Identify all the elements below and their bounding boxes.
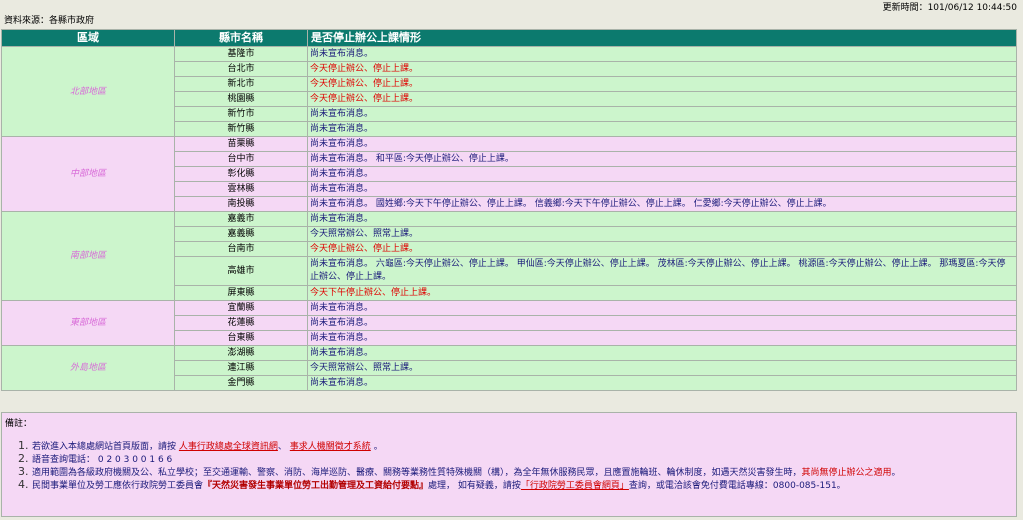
county-name: 南投縣 [174,196,308,212]
region-name: 南部地區 [1,211,175,301]
closure-status: 今天照常辦公、照常上課。 [307,226,1017,242]
county-name: 新竹縣 [174,121,308,137]
labor-council-link[interactable]: 「行政院勞工委員會網頁」 [521,481,629,491]
table-row: 外島地區 澎湖縣 尚未宣布消息。 [1,345,1017,391]
county-name: 屏東縣 [174,285,308,301]
county-name: 雲林縣 [174,181,308,197]
closure-status: 尚未宣布消息。 [307,300,1017,316]
closure-status: 尚未宣布消息。 [307,121,1017,137]
closure-status: 尚未宣布消息。 [307,166,1017,182]
closure-status: 今天照常辦公、照常上課。 [307,360,1017,376]
closure-status: 今天停止辦公、停止上課。 [307,61,1017,77]
closure-status: 尚未宣布消息。 [307,181,1017,197]
update-time: 更新時間：101/06/12 10:44:50 [882,3,1017,13]
note-text: 民間事業單位及勞工應依行政院勞工委員會 [32,481,204,491]
notes-title: 備註： [5,419,33,429]
note-text: 若欲進入本總處網站首頁版面，請按 [32,442,177,452]
county-name: 高雄市 [174,256,308,286]
closure-status: 今天停止辦公、停止上課。 [307,241,1017,257]
county-name: 嘉義縣 [174,226,308,242]
note-phone: 語音查詢電話： 0 2 0 3 0 0 1 6 6 [32,455,173,465]
county-name: 台南市 [174,241,308,257]
county-name: 台中市 [174,151,308,167]
closure-status: 今天下午停止辦公、停止上課。 [307,285,1017,301]
column-header-county: 縣市名稱 [174,29,308,47]
closure-status: 尚未宣布消息。 [307,46,1017,62]
county-name: 桃園縣 [174,91,308,107]
county-name: 台東縣 [174,330,308,346]
county-name: 苗栗縣 [174,136,308,152]
region-name: 外島地區 [1,345,175,391]
closure-status: 尚未宣布消息。 [307,211,1017,227]
closure-status: 尚未宣布消息。 和平區:今天停止辦公、停止上課。 [307,151,1017,167]
data-source: 資料來源：各縣市政府 [4,16,95,26]
column-header-status: 是否停止辦公上課情形 [307,29,1017,47]
county-name: 基隆市 [174,46,308,62]
closure-status: 尚未宣布消息。 國姓鄉:今天下午停止辦公、停止上課。 信義鄉:今天下午停止辦公、… [307,196,1017,212]
note-regulation: 『天然災害發生事業單位勞工出勤管理及工資給付要點』 [203,481,429,491]
county-name: 澎湖縣 [174,345,308,361]
county-name: 宜蘭縣 [174,300,308,316]
closure-status: 尚未宣布消息。 [307,330,1017,346]
closure-status: 尚未宣布消息。 [307,315,1017,331]
column-header-region: 區域 [1,29,175,47]
note-text: 。 [373,442,383,452]
note-item: 若欲進入本總處網站首頁版面，請按 人事行政總處全球資訊網、 事求人機關徵才系統 … [32,439,1012,452]
table-row: 中部地區 苗栗縣 尚未宣布消息。 [1,136,1017,212]
notes-list: 若欲進入本總處網站首頁版面，請按 人事行政總處全球資訊網、 事求人機關徵才系統 … [14,439,1012,491]
table-body: 北部地區 基隆市 尚未宣布消息。 台北市 今天停止辦公、停止上課。 新北市 今天停止辦公、停… [1,46,1017,391]
closure-status: 尚未宣布消息。 [307,345,1017,361]
county-name: 連江縣 [174,360,308,376]
closure-status: 今天停止辦公、停止上課。 [307,91,1017,107]
county-name: 金門縣 [174,375,308,391]
hr-portal-link[interactable]: 人事行政總處全球資訊網 [179,442,278,452]
region-name: 中部地區 [1,136,175,212]
recruitment-system-link[interactable]: 事求人機關徵才系統 [290,442,371,452]
closure-status: 尚未宣布消息。 [307,136,1017,152]
note-text: 。 [891,468,901,478]
closure-status: 尚未宣布消息。 六龜區:今天停止辦公、停止上課。 甲仙區:今天停止辦公、停止上課… [307,256,1017,286]
closure-status: 尚未宣布消息。 [307,106,1017,122]
county-name: 新北市 [174,76,308,92]
table-row: 南部地區 嘉義市 尚未宣布消息。 [1,211,1017,301]
county-name: 彰化縣 [174,166,308,182]
note-text: 查詢，或電洽該會免付費電話專線：0800-085-151。 [628,481,846,491]
note-separator: 、 [277,442,287,452]
note-emphasis: 其尚無停止辦公之適用 [801,468,892,478]
county-name: 台北市 [174,61,308,77]
note-text: 處理， 如有疑義，請按 [428,481,521,491]
table-row: 東部地區 宜蘭縣 尚未宣布消息。 [1,300,1017,346]
closure-status: 尚未宣布消息。 [307,375,1017,391]
county-name: 新竹市 [174,106,308,122]
note-text: 適用範圍為各級政府機關及公、私立學校；至交通運輸、警察、消防、海岸巡防、醫療、關… [32,468,802,478]
closure-table: 區域 縣市名稱 是否停止辦公上課情形 北部地區 基隆市 尚未宣布消息。 台北市 今天停止… [1,29,1017,391]
note-item: 適用範圍為各級政府機關及公、私立學校；至交通運輸、警察、消防、海岸巡防、醫療、關… [32,465,1012,478]
table-row: 北部地區 基隆市 尚未宣布消息。 [1,46,1017,137]
region-name: 東部地區 [1,300,175,346]
county-name: 花蓮縣 [174,315,308,331]
notes-box: 備註： 若欲進入本總處網站首頁版面，請按 人事行政總處全球資訊網、 事求人機關徵… [1,412,1017,517]
region-name: 北部地區 [1,46,175,137]
table-header-row: 區域 縣市名稱 是否停止辦公上課情形 [1,29,1017,47]
closure-status: 今天停止辦公、停止上課。 [307,76,1017,92]
county-name: 嘉義市 [174,211,308,227]
